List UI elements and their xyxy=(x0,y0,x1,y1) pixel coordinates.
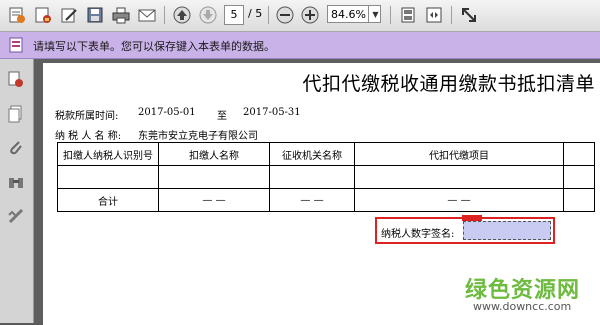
column-header: 扣缴人纳税人识别号 xyxy=(57,142,159,166)
table-cell[interactable] xyxy=(354,165,564,189)
page-thumbnails-icon[interactable] xyxy=(5,103,27,125)
fit-width-icon[interactable] xyxy=(423,4,445,26)
table-cell[interactable] xyxy=(57,165,159,189)
email-icon[interactable] xyxy=(136,4,158,26)
secure-document-icon[interactable] xyxy=(32,4,54,26)
table-cell: — — xyxy=(354,188,564,212)
navigation-panel xyxy=(0,59,34,323)
table-cell[interactable] xyxy=(563,165,595,189)
print-icon[interactable] xyxy=(110,4,132,26)
column-header: 代扣代缴项目 xyxy=(354,142,564,166)
taxpayer-name: 东莞市安立克电子有限公司 xyxy=(138,131,258,142)
main-toolbar: 5 / 5 84.6% ▼ xyxy=(0,0,600,32)
zoom-out-icon[interactable] xyxy=(274,4,296,26)
zoom-in-icon[interactable] xyxy=(299,4,321,26)
table-cell[interactable] xyxy=(269,165,355,189)
fit-page-icon[interactable] xyxy=(397,4,419,26)
toolbar-separator xyxy=(164,6,165,24)
deduction-table: 扣缴人纳税人识别号 扣缴人名称 征收机关名称 代扣代缴项目 合计 — — — —… xyxy=(57,142,595,212)
search-binoculars-icon[interactable] xyxy=(5,171,27,193)
period-to-label: 至 xyxy=(217,111,227,122)
page-number-input[interactable]: 5 xyxy=(224,5,244,25)
table-header-row: 扣缴人纳税人识别号 扣缴人名称 征收机关名称 代扣代缴项目 xyxy=(57,142,595,166)
page-up-icon[interactable] xyxy=(171,4,193,26)
sign-icon[interactable] xyxy=(58,4,80,26)
toolbar-separator xyxy=(268,6,269,24)
column-header: 扣缴人名称 xyxy=(158,142,270,166)
form-message: 请填写以下表单。您可以保存键入本表单的数据。 xyxy=(33,40,275,53)
fullscreen-icon[interactable] xyxy=(458,4,480,26)
form-icon xyxy=(9,37,25,57)
signature-label: 纳税人数字签名: xyxy=(381,229,455,240)
period-from: 2017-05-01 xyxy=(138,107,196,118)
column-header xyxy=(563,142,595,166)
table-cell: — — xyxy=(269,188,355,212)
table-total-row: 合计 — — — — — — xyxy=(57,188,595,212)
signatures-icon[interactable] xyxy=(5,205,27,227)
form-notification-bar: 请填写以下表单。您可以保存键入本表单的数据。 xyxy=(0,32,600,59)
table-cell: — — xyxy=(158,188,270,212)
watermark-url: www.downcc.com xyxy=(473,300,572,313)
period-to: 2017-05-31 xyxy=(243,107,301,118)
period-label: 税款所属时间: xyxy=(55,111,119,122)
document-title: 代扣代缴税收通用缴款书抵扣清单 xyxy=(302,73,595,95)
page-down-icon[interactable] xyxy=(197,4,219,26)
table-cell[interactable] xyxy=(158,165,270,189)
toolbar-separator xyxy=(390,6,391,24)
table-row xyxy=(57,165,595,189)
pages-panel-icon[interactable] xyxy=(5,69,27,91)
total-label: 合计 xyxy=(57,188,159,212)
page-total: / 5 xyxy=(248,7,263,20)
table-cell xyxy=(563,188,595,212)
edit-document-icon[interactable] xyxy=(6,4,28,26)
column-header: 征收机关名称 xyxy=(269,142,355,166)
save-icon[interactable] xyxy=(84,4,106,26)
signature-field[interactable] xyxy=(463,221,551,240)
chevron-down-icon[interactable]: ▼ xyxy=(368,5,382,23)
digital-signature-box: 纳税人数字签名: xyxy=(375,215,555,244)
attachments-icon[interactable] xyxy=(5,137,27,159)
toolbar-separator xyxy=(451,6,452,24)
taxpayer-label: 纳 税 人 名 称: xyxy=(55,131,122,142)
